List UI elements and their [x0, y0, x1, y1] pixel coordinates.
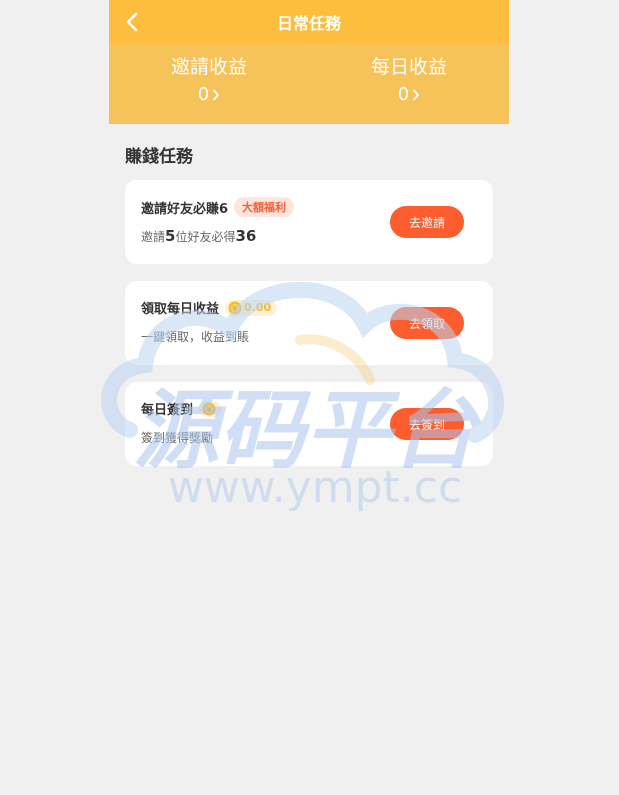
task-card-daily-earnings: 領取每日收益 ¥ 0.00 一鍵領取，收益到賬 去領取 — [125, 281, 493, 365]
reward-amount: 36 — [235, 227, 257, 245]
stat-label: 邀請收益 — [170, 56, 247, 78]
chevron-right-icon — [413, 89, 420, 101]
coin-value: 0.00 — [244, 301, 272, 314]
stat-invite-value[interactable]: 0 — [198, 84, 220, 106]
subtitle-text: 邀請 — [141, 230, 166, 244]
svg-text:¥: ¥ — [233, 305, 238, 313]
chevron-right-icon — [213, 89, 220, 101]
coin-tag: ¥ 0.00 — [225, 299, 278, 316]
app: 日常任務 邀請收益 0 每日收益 0 賺錢任務 邀請好友必賺6 大額福利 邀請 … — [109, 0, 509, 795]
friend-count: 5 — [165, 227, 176, 245]
coin-tag: ¥ — [199, 400, 223, 417]
task-title-row: 領取每日收益 ¥ 0.00 — [141, 298, 278, 317]
task-title: 領取每日收益 — [141, 302, 220, 317]
stat-value-text: 0 — [197, 84, 210, 105]
task-title-row: 邀請好友必賺6 大額福利 — [141, 197, 295, 217]
stat-daily-value[interactable]: 0 — [398, 84, 420, 106]
chevron-left-icon — [126, 12, 138, 32]
task-subtitle: 邀請 5 位好友必得 36 — [141, 227, 256, 245]
coin-icon: ¥ — [202, 402, 216, 415]
subtitle-text: 位好友必得 — [175, 230, 236, 244]
claim-button[interactable]: 去領取 — [390, 307, 464, 339]
stat-value-text: 0 — [397, 84, 410, 105]
stat-label: 每日收益 — [370, 56, 447, 78]
stat-invite-earnings: 邀請收益 0 — [109, 43, 309, 106]
checkin-button[interactable]: 去簽到 — [390, 408, 464, 440]
task-title-row: 每日簽到 ¥ — [141, 399, 223, 418]
earnings-summary: 邀請收益 0 每日收益 0 — [109, 43, 509, 124]
bonus-badge: 大額福利 — [234, 197, 295, 217]
coin-icon: ¥ — [228, 301, 242, 314]
section-title: 賺錢任務 — [125, 147, 193, 167]
task-subtitle: 簽到獲得獎勵 — [141, 431, 214, 445]
task-card-checkin: 每日簽到 ¥ 簽到獲得獎勵 去簽到 — [125, 382, 493, 466]
task-subtitle: 一鍵領取，收益到賬 — [141, 330, 250, 344]
invite-button[interactable]: 去邀請 — [390, 206, 464, 238]
header: 日常任務 — [109, 0, 509, 43]
task-title: 每日簽到 — [141, 403, 194, 418]
svg-text:¥: ¥ — [207, 406, 212, 414]
task-title: 邀請好友必賺6 — [141, 201, 229, 217]
back-button[interactable] — [121, 11, 143, 33]
stat-daily-earnings: 每日收益 0 — [309, 43, 509, 106]
task-card-invite: 邀請好友必賺6 大額福利 邀請 5 位好友必得 36 去邀請 — [125, 180, 493, 264]
page-title: 日常任務 — [276, 13, 341, 33]
